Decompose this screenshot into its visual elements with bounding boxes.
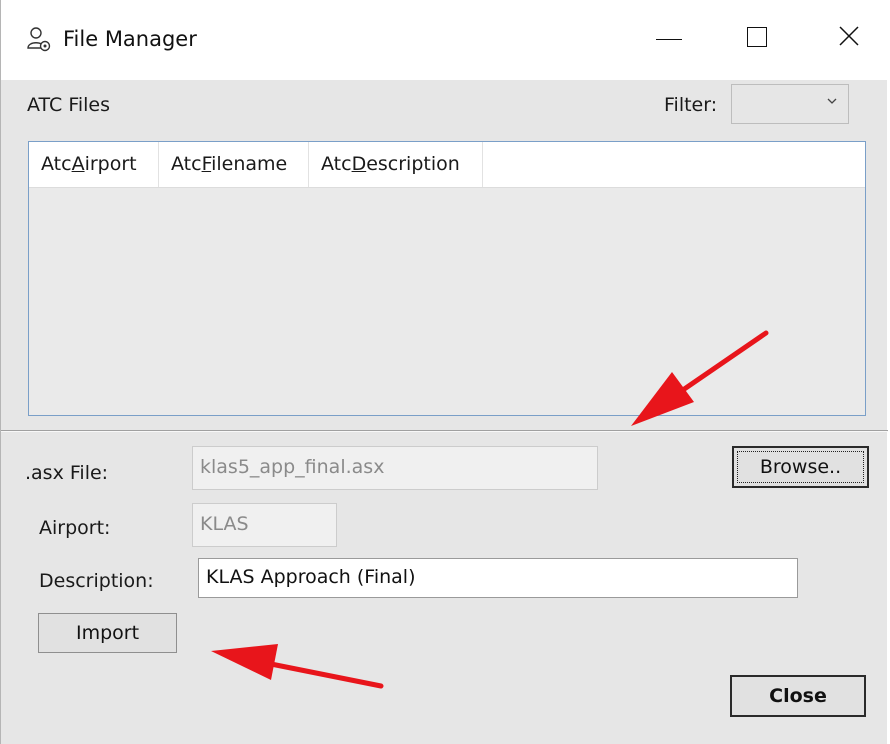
red-arrow-icon — [211, 644, 384, 689]
file-manager-window: File Manager ATC Files Filter: AtcAirpor… — [0, 0, 888, 744]
annotation-arrows — [211, 330, 769, 689]
red-arrow-icon — [631, 330, 769, 426]
